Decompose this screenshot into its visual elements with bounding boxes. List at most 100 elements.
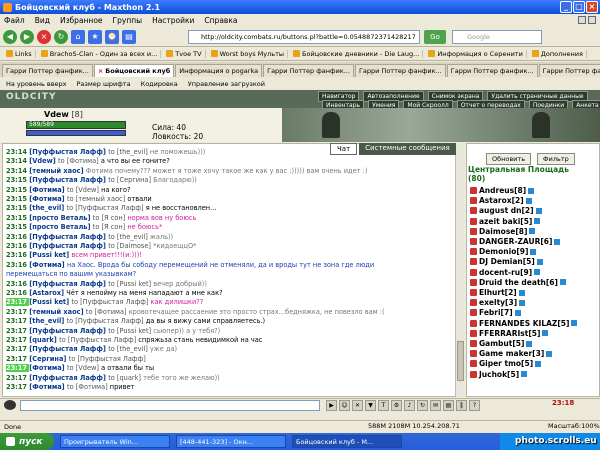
log-icon[interactable]: ▤ (443, 400, 454, 411)
user-name[interactable]: Gambut[5] (479, 339, 524, 348)
message-recipient[interactable]: to [Пуффыстая Лафф] (59, 336, 138, 344)
private-icon[interactable]: ✉ (430, 400, 441, 411)
message-time[interactable]: 23:17 (6, 355, 29, 363)
message-author[interactable]: [Фотима] (29, 261, 67, 269)
link-serenity[interactable]: Информация о Серенити (425, 49, 527, 58)
user-name[interactable]: exelty[3] (479, 298, 517, 307)
message-recipient[interactable]: to [Пуффыстая Лафф] (67, 204, 146, 212)
search-input[interactable]: Google (452, 30, 542, 44)
filter-button[interactable]: Фильтр (537, 153, 575, 165)
message-recipient[interactable]: to [Pussi ket] (108, 280, 153, 288)
font-size-button[interactable]: Размер шрифта (77, 80, 131, 88)
info-icon[interactable] (554, 238, 561, 245)
message-author[interactable]: [Пуффыстая Лафф] (29, 233, 108, 241)
smile-icon[interactable]: ☺ (339, 400, 350, 411)
link-tvoe-tv[interactable]: Tvoe TV (163, 49, 206, 58)
info-icon[interactable] (559, 279, 566, 286)
message-author[interactable]: [Pussi ket] (29, 251, 71, 259)
user-name[interactable]: Daimose[8] (479, 227, 527, 236)
send-icon[interactable]: ▶ (326, 400, 337, 411)
links-menu[interactable]: Links (3, 49, 36, 58)
message-author[interactable]: [просто Веталь] (29, 223, 92, 231)
home-icon[interactable]: ⌂ (71, 29, 85, 44)
message-author[interactable]: [the_evil] (29, 204, 66, 212)
message-recipient[interactable]: to [Пуффыстая Лафф] (71, 298, 150, 306)
message-author[interactable]: [Pussi ket] (29, 298, 71, 306)
info-icon[interactable] (526, 340, 533, 347)
window-mode-icon[interactable] (588, 16, 596, 24)
online-user[interactable]: Demonio[9] (470, 247, 537, 256)
close-tab-icon[interactable]: × (98, 67, 103, 75)
user-name[interactable]: Giper tmo[5] (479, 359, 533, 368)
online-user[interactable]: Febri[7] (470, 308, 521, 317)
message-author[interactable]: [Фотима] (29, 195, 67, 203)
print-icon[interactable]: ▤ (122, 29, 136, 44)
tab-fight-club[interactable]: × Бойцовский клуб (93, 64, 175, 77)
message-time[interactable]: 23:14 (6, 148, 29, 156)
message-time[interactable]: 23:17 (6, 345, 29, 353)
refresh-icon[interactable]: ↻ (54, 29, 68, 44)
info-icon[interactable] (529, 228, 536, 235)
message-time[interactable]: 23:15 (6, 186, 29, 194)
message-author[interactable]: [quark] (29, 336, 59, 344)
message-author[interactable]: [Фотима] (29, 186, 67, 194)
info-icon[interactable] (525, 197, 532, 204)
info-icon[interactable] (534, 218, 541, 225)
message-recipient[interactable]: to [Пуффыстая Лафф] (67, 317, 146, 325)
task-media-player[interactable]: Проигрыватель Win... (60, 435, 170, 448)
online-user[interactable]: exelty[3] (470, 298, 526, 307)
user-name[interactable]: Druid the death[6] (479, 278, 558, 287)
tab-system-messages[interactable]: Системные сообщения (359, 143, 456, 155)
link-diaries[interactable]: Бойцовские дневники - Die Laug... (290, 49, 424, 58)
info-icon[interactable] (518, 289, 525, 296)
message-author[interactable]: [Пуффыстая Лафф] (29, 280, 108, 288)
close-button[interactable]: × (586, 1, 598, 13)
message-time[interactable]: 23:16 (6, 242, 29, 250)
message-author[interactable]: [темный хаос] (29, 167, 86, 175)
scrollbar-thumb[interactable] (457, 341, 464, 381)
message-time[interactable]: 23:14 (6, 167, 29, 175)
user-name[interactable]: Febri[7] (479, 308, 513, 317)
help-icon[interactable]: ? (469, 400, 480, 411)
message-time[interactable]: 23:15 (6, 204, 29, 212)
user-name[interactable]: august dn[2] (479, 206, 534, 215)
online-user[interactable]: FERNANDES KILAZ[5] (470, 319, 578, 328)
message-recipient[interactable]: to [the_evil] (108, 233, 150, 241)
chat-mode-icon[interactable] (4, 400, 16, 410)
online-user[interactable]: august dn[2] (470, 206, 542, 215)
message-recipient[interactable]: to [Vdew] (67, 186, 101, 194)
tab-harry-potter-2[interactable]: Гарри Поттер фанфик... (263, 64, 354, 77)
up-level-button[interactable]: На уровень вверх (6, 80, 67, 88)
message-time[interactable]: 23:16 (6, 289, 29, 297)
go-button[interactable]: Go (424, 30, 446, 44)
message-author[interactable]: [Пуффыстая Лафф] (29, 345, 108, 353)
message-time[interactable]: 23:16 (6, 251, 29, 259)
stop-icon[interactable]: × (37, 29, 51, 44)
info-icon[interactable] (519, 299, 526, 306)
task-fight-club[interactable]: Бойцовский клуб - M... (292, 435, 402, 448)
user-name[interactable]: Game maker[3] (479, 349, 544, 358)
translit-icon[interactable]: T (378, 400, 389, 411)
message-time[interactable]: 23:17 (6, 364, 30, 373)
message-author[interactable]: [Пуффыстая Лафф] (29, 148, 108, 156)
favorites-icon[interactable]: ★ (88, 29, 102, 44)
message-author[interactable]: [Фотима] (29, 383, 67, 391)
tab-harry-potter-3[interactable]: Гарри Поттер фанфик... (354, 64, 446, 77)
message-time[interactable]: 23:16 (6, 261, 29, 269)
info-icon[interactable] (542, 330, 549, 337)
info-icon[interactable] (530, 248, 537, 255)
pause-icon[interactable]: ‖ (456, 400, 467, 411)
message-recipient[interactable]: to [the_evil] (108, 345, 150, 353)
message-recipient[interactable]: to [темный хаос] (67, 195, 127, 203)
message-author[interactable]: [Пуффыстая Лафф] (29, 176, 108, 184)
link-addons[interactable]: Дополнения (529, 49, 587, 58)
online-user[interactable]: DJ Demian[5] (470, 257, 543, 266)
filter-icon[interactable]: ▼ (365, 400, 376, 411)
link-brachos[interactable]: BrachoS-Clan - Один за всех и... (38, 49, 162, 58)
forward-icon[interactable]: ▶ (20, 29, 34, 44)
user-name[interactable]: Juchok[5] (479, 370, 519, 379)
message-author[interactable]: [Vdew] (29, 157, 58, 165)
online-user[interactable]: Elhurt[2] (470, 288, 525, 297)
minimize-button[interactable]: _ (560, 1, 572, 13)
message-time[interactable]: 23:17 (6, 383, 29, 391)
